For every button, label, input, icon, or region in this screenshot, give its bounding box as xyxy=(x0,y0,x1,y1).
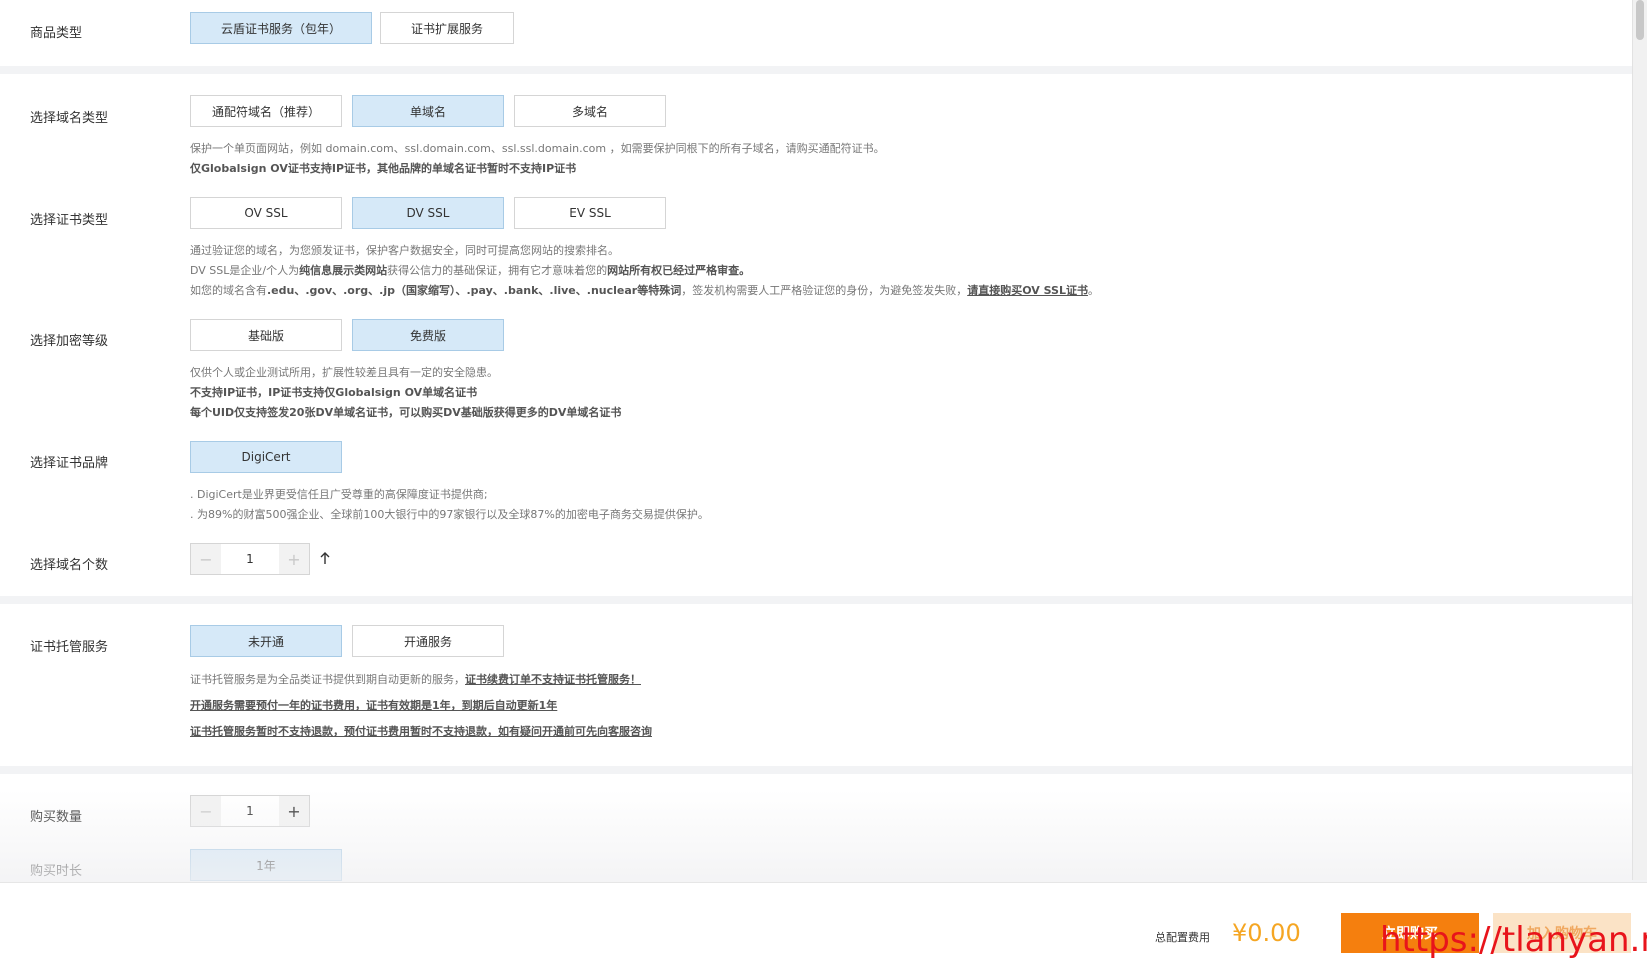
page-scrollbar[interactable] xyxy=(1632,0,1647,880)
encryption-note: 仅供个人或企业测试所用，扩展性较差且具有一定的安全隐患。 xyxy=(190,366,498,379)
hosting-note-1: 证书托管服务是为全品类证书提供到期自动更新的服务，证书续费订单不支持证书托管服务… xyxy=(190,673,641,686)
encryption-option-free[interactable]: 免费版 xyxy=(352,319,504,351)
quantity-stepper: − 1 + xyxy=(190,795,310,827)
total-cost-label: 总配置费用 xyxy=(1155,931,1210,944)
domain-count-minus-button[interactable]: − xyxy=(191,544,221,574)
purchase-section: 购买数量 − 1 + 购买时长 1年 xyxy=(0,774,1632,884)
domain-count-plus-button[interactable]: + xyxy=(279,544,309,574)
arrow-up-icon[interactable] xyxy=(318,551,332,565)
cert-type-label: 选择证书类型 xyxy=(30,213,109,228)
hosting-note-3: 证书托管服务暂时不支持退款，预付证书费用暂时不支持退款，如有疑问开通前可先向客服… xyxy=(190,725,652,738)
cert-type-note: 通过验证您的域名，为您颁发证书，保护客户数据安全，同时可提高您网站的搜索排名。 xyxy=(190,244,619,257)
brand-note-1: . DigiCert是业界更受信任且广受尊重的高保障度证书提供商; xyxy=(190,488,488,501)
domain-type-label: 选择域名类型 xyxy=(30,111,109,126)
brand-option-digicert[interactable]: DigiCert xyxy=(190,441,342,473)
cert-type-special-domain-note: 如您的域名含有.edu、.gov、.org、.jp（国家缩写）、.pay、.ba… xyxy=(190,284,1099,297)
encryption-ip-note: 不支持IP证书，IP证书支持仅Globalsign OV单域名证书 xyxy=(190,386,478,399)
cert-type-option-dv[interactable]: DV SSL xyxy=(352,197,504,229)
domain-type-ip-note: 仅Globalsign OV证书支持IP证书，其他品牌的单域名证书暂时不支持IP… xyxy=(190,162,577,175)
product-type-section: 商品类型 云盾证书服务（包年） 证书扩展服务 xyxy=(0,0,1632,66)
domain-type-option-single[interactable]: 单域名 xyxy=(352,95,504,127)
domain-count-stepper: − 1 + xyxy=(190,543,310,575)
quantity-value[interactable]: 1 xyxy=(221,796,279,826)
domain-type-note: 保护一个单页面网站，例如 domain.com、ssl.domain.com、s… xyxy=(190,142,885,155)
domain-type-option-multi[interactable]: 多域名 xyxy=(514,95,666,127)
scrollbar-thumb[interactable] xyxy=(1636,0,1644,40)
duration-option-1year[interactable]: 1年 xyxy=(190,849,342,881)
product-type-label: 商品类型 xyxy=(30,26,83,41)
domain-count-label: 选择域名个数 xyxy=(30,558,109,573)
cert-type-dv-note: DV SSL是企业/个人为纯信息展示类网站获得公信力的基础保证，拥有它才意味着您… xyxy=(190,264,751,277)
watermark-text: https://tlanyan.me xyxy=(1380,920,1647,960)
total-cost-value: ¥0.00 xyxy=(1232,919,1301,947)
product-type-option-extension[interactable]: 证书扩展服务 xyxy=(380,12,514,44)
hosting-option-on[interactable]: 开通服务 xyxy=(352,625,504,657)
hosting-label: 证书托管服务 xyxy=(30,640,109,655)
cert-type-option-ev[interactable]: EV SSL xyxy=(514,197,666,229)
quantity-plus-button[interactable]: + xyxy=(279,796,309,826)
cert-type-option-ov[interactable]: OV SSL xyxy=(190,197,342,229)
quantity-minus-button[interactable]: − xyxy=(191,796,221,826)
encryption-limit-note: 每个UID仅支持签发20张DV单域名证书，可以购买DV基础版获得更多的DV单域名… xyxy=(190,406,622,419)
duration-label: 购买时长 xyxy=(30,864,83,879)
brand-note-2: . 为89%的财富500强企业、全球前100大银行中的97家银行以及全球87%的… xyxy=(190,508,709,521)
encryption-label: 选择加密等级 xyxy=(30,334,109,349)
config-page: 商品类型 云盾证书服务（包年） 证书扩展服务 选择域名类型 通配符域名（推荐） … xyxy=(0,0,1632,968)
domain-count-value[interactable]: 1 xyxy=(221,544,279,574)
encryption-option-basic[interactable]: 基础版 xyxy=(190,319,342,351)
product-type-option-yundun[interactable]: 云盾证书服务（包年） xyxy=(190,12,372,44)
domain-type-option-wildcard[interactable]: 通配符域名（推荐） xyxy=(190,95,342,127)
hosting-section: 证书托管服务 未开通 开通服务 证书托管服务是为全品类证书提供到期自动更新的服务… xyxy=(0,604,1632,766)
brand-label: 选择证书品牌 xyxy=(30,456,109,471)
certificate-config-section: 选择域名类型 通配符域名（推荐） 单域名 多域名 保护一个单页面网站，例如 do… xyxy=(0,74,1632,596)
quantity-label: 购买数量 xyxy=(30,810,83,825)
buy-ov-ssl-link[interactable]: 请直接购买OV SSL证书 xyxy=(967,284,1088,297)
hosting-note-2: 开通服务需要预付一年的证书费用，证书有效期是1年，到期后自动更新1年 xyxy=(190,699,558,712)
hosting-option-off[interactable]: 未开通 xyxy=(190,625,342,657)
hosting-renewal-link[interactable]: 证书续费订单不支持证书托管服务！ xyxy=(465,673,641,686)
